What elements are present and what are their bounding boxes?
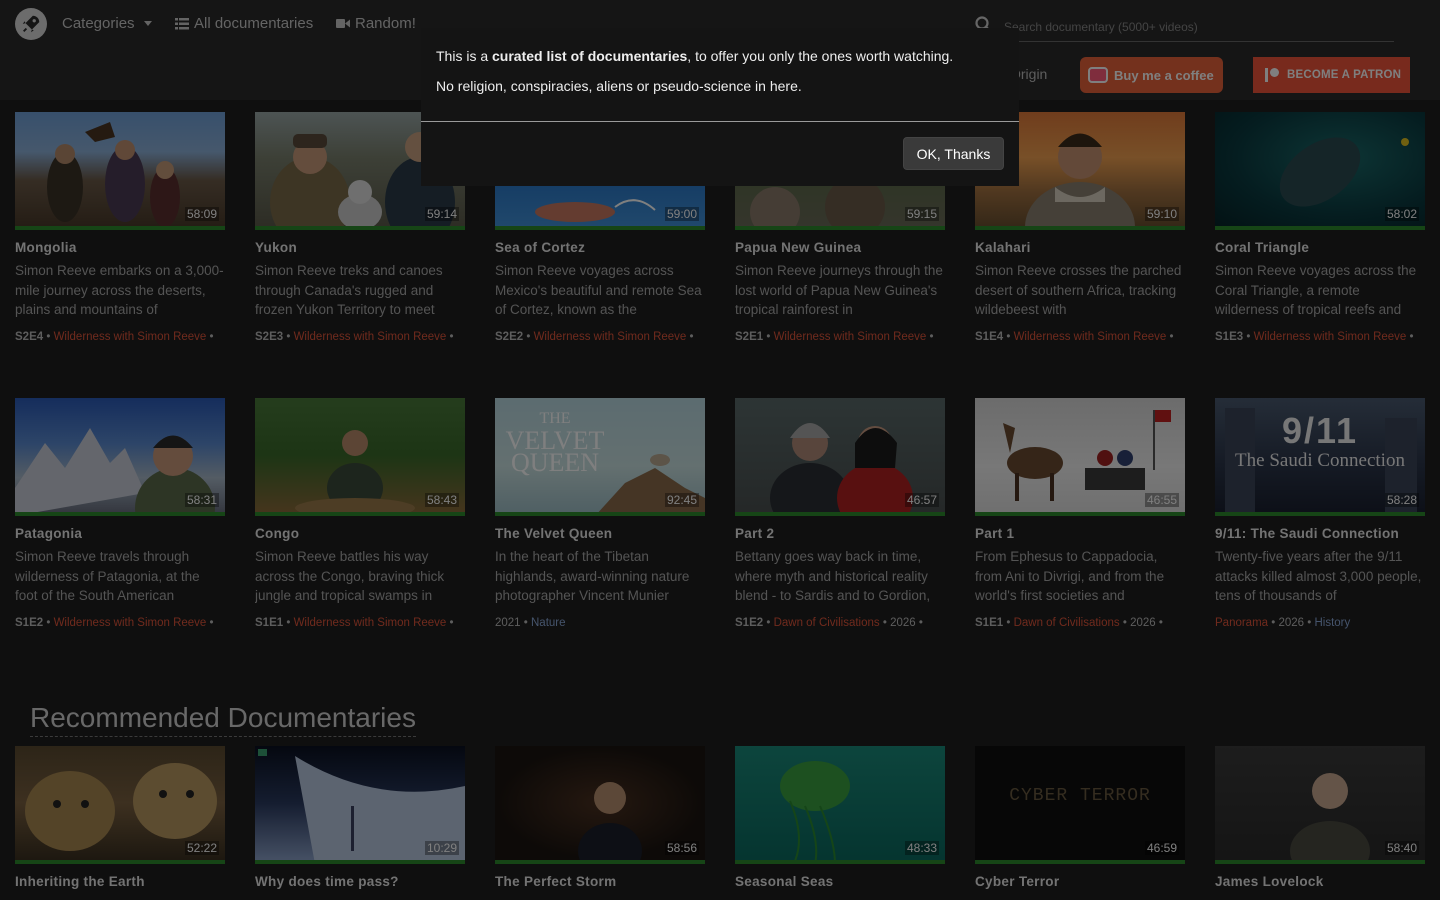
modal-line-1: This is a curated list of documentaries,… xyxy=(436,46,1004,66)
modal-line-2: No religion, conspiracies, aliens or pse… xyxy=(436,78,802,94)
modal-line1-prefix: This is a xyxy=(436,48,493,64)
modal-line1-bold: curated list of documentaries xyxy=(492,48,688,64)
modal-divider xyxy=(421,121,1019,122)
curation-notice-modal: This is a curated list of documentaries,… xyxy=(421,28,1019,186)
modal-body: This is a curated list of documentaries,… xyxy=(421,28,1019,96)
modal-line1-suffix: , to offer you only the ones worth watch… xyxy=(687,48,954,64)
ok-thanks-button[interactable]: OK, Thanks xyxy=(903,137,1004,170)
